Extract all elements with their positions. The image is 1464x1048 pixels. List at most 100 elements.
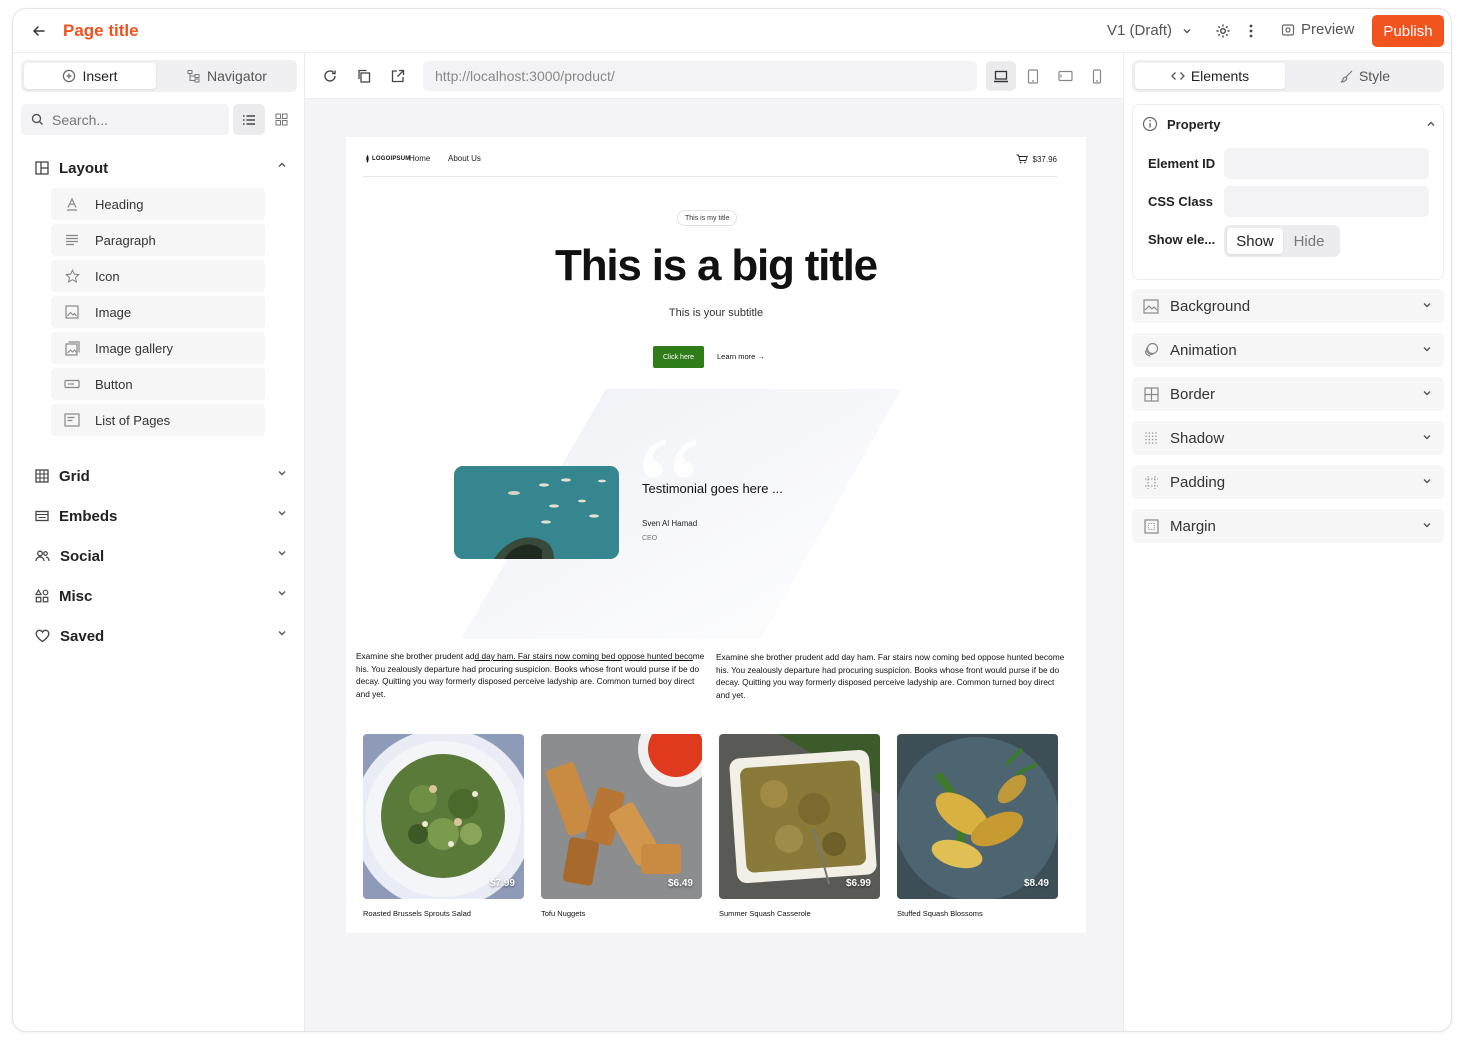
section-grid[interactable]: Grid [35,464,287,488]
gear-icon[interactable] [1212,20,1234,42]
paragraph-right[interactable]: Examine she brother prudent add day ham.… [716,651,1066,701]
site-navbar: LOGOIPSUM Home About Us $37.96 [363,154,1057,177]
block-button[interactable]: Button [51,368,265,400]
publish-button[interactable]: Publish [1372,15,1444,47]
preview-icon [1281,23,1295,36]
section-layout[interactable]: Layout [35,156,287,180]
chevron-down-icon [1422,387,1432,401]
accordion-padding-label: Padding [1170,473,1226,491]
image-icon [63,303,81,321]
block-heading[interactable]: Heading [51,188,265,220]
chevron-up-icon [277,159,287,173]
margin-icon [1142,517,1160,535]
accordion-animation[interactable]: Animation [1132,333,1444,367]
star-icon [63,267,81,285]
accordion-animation-label: Animation [1170,341,1237,359]
page-title[interactable]: Page title [63,21,139,41]
list-view-icon[interactable] [233,104,265,135]
block-icon[interactable]: Icon [51,260,265,292]
preview-label: Preview [1301,21,1355,38]
right-panel: Elements Style Property Element ID CSS C… [1123,53,1451,1031]
product-card[interactable]: $7.99 Roasted Brussels Sprouts Salad [363,734,524,918]
element-id-input[interactable] [1224,148,1429,179]
testimonial-role: CEO [642,535,658,542]
padding-icon [1142,473,1160,491]
show-option[interactable]: Show [1227,228,1283,254]
product-card[interactable]: $6.49 Tofu Nuggets [541,734,702,918]
paragraph-left-part1: Examine she brother prudent ad [356,651,475,661]
css-class-input[interactable] [1224,186,1429,217]
external-link-icon[interactable] [387,65,409,87]
product-card[interactable]: $6.99 Summer Squash Casserole [719,734,880,918]
version-label: V1 (Draft) [1107,22,1173,39]
copy-icon[interactable] [353,65,375,87]
section-saved[interactable]: Saved [35,624,287,648]
chevron-down-icon [277,507,287,521]
section-saved-label: Saved [60,627,105,645]
paragraph-icon [63,231,81,249]
block-image-label: Image [95,304,132,320]
gallery-icon [63,339,81,357]
hero-cta-button[interactable]: Click here [653,346,704,368]
editor-canvas-area: http://localhost:3000/product/ LOGOIPSUM [305,53,1123,1031]
tablet-icon[interactable] [1018,61,1048,91]
paragraph-left[interactable]: Examine she brother prudent add day ham.… [356,650,706,700]
site-nav-about[interactable]: About Us [448,154,481,163]
tab-style[interactable]: Style [1289,63,1441,89]
section-grid-label: Grid [59,467,90,485]
back-arrow-icon[interactable] [27,19,51,43]
chevron-down-icon [1183,28,1191,33]
show-element-label: Show ele... [1148,232,1216,247]
hero-pill: This is my title [677,210,738,226]
url-input[interactable]: http://localhost:3000/product/ [423,61,977,91]
block-list-of-pages[interactable]: List of Pages [51,404,265,436]
section-embeds[interactable]: Embeds [35,504,287,528]
block-image[interactable]: Image [51,296,265,328]
css-class-label: CSS Class [1148,194,1214,209]
accordion-border[interactable]: Border [1132,377,1444,411]
tab-navigator[interactable]: Navigator [160,63,294,89]
tablet-landscape-icon[interactable] [1050,61,1080,91]
heading-icon [63,195,81,213]
info-icon [1142,116,1158,132]
site-logo-text: LOGOIPSUM [372,156,411,162]
block-paragraph[interactable]: Paragraph [51,224,265,256]
accordion-shadow[interactable]: Shadow [1132,421,1444,455]
shapes-icon [35,589,49,603]
preview-page[interactable]: LOGOIPSUM Home About Us $37.96 This is m… [346,137,1086,933]
section-embeds-label: Embeds [59,507,118,525]
property-header[interactable]: Property [1142,114,1436,134]
product-image: $6.49 [541,734,702,899]
section-social[interactable]: Social [35,544,287,568]
accordion-background[interactable]: Background [1132,289,1444,323]
search-field[interactable] [21,104,229,135]
preview-button[interactable]: Preview [1281,21,1354,38]
app-window: Page title V1 (Draft) Preview Publish In… [12,8,1452,1032]
accordion-padding[interactable]: Padding [1132,465,1444,499]
heart-icon [35,629,50,643]
hero-learn-more-link[interactable]: Learn more → [717,352,765,361]
accordion-background-label: Background [1170,297,1251,315]
section-misc[interactable]: Misc [35,584,287,608]
site-nav-home[interactable]: Home [409,154,430,163]
paragraph-left-underlined: d day ham. Far stairs now coming bed opp… [474,651,693,661]
product-card[interactable]: $8.49 Stuffed Squash Blossoms [897,734,1058,918]
grid-view-icon[interactable] [265,104,297,135]
hide-option[interactable]: Hide [1281,228,1337,254]
tab-elements[interactable]: Elements [1135,63,1285,89]
chevron-down-icon [277,547,287,561]
refresh-icon[interactable] [319,65,341,87]
site-logo[interactable]: LOGOIPSUM [365,155,410,163]
desktop-icon[interactable] [986,61,1016,91]
version-dropdown[interactable]: V1 (Draft) [1107,22,1192,39]
mobile-icon[interactable] [1082,61,1112,91]
block-image-gallery[interactable]: Image gallery [51,332,265,364]
search-input[interactable] [52,111,212,128]
chevron-down-icon [1422,299,1432,313]
cart-icon [1016,154,1028,164]
site-cart[interactable]: $37.96 [1016,154,1057,164]
accordion-margin[interactable]: Margin [1132,509,1444,543]
more-vertical-icon[interactable] [1240,20,1262,42]
tab-insert[interactable]: Insert [24,63,156,89]
plus-circle-icon [63,69,76,83]
